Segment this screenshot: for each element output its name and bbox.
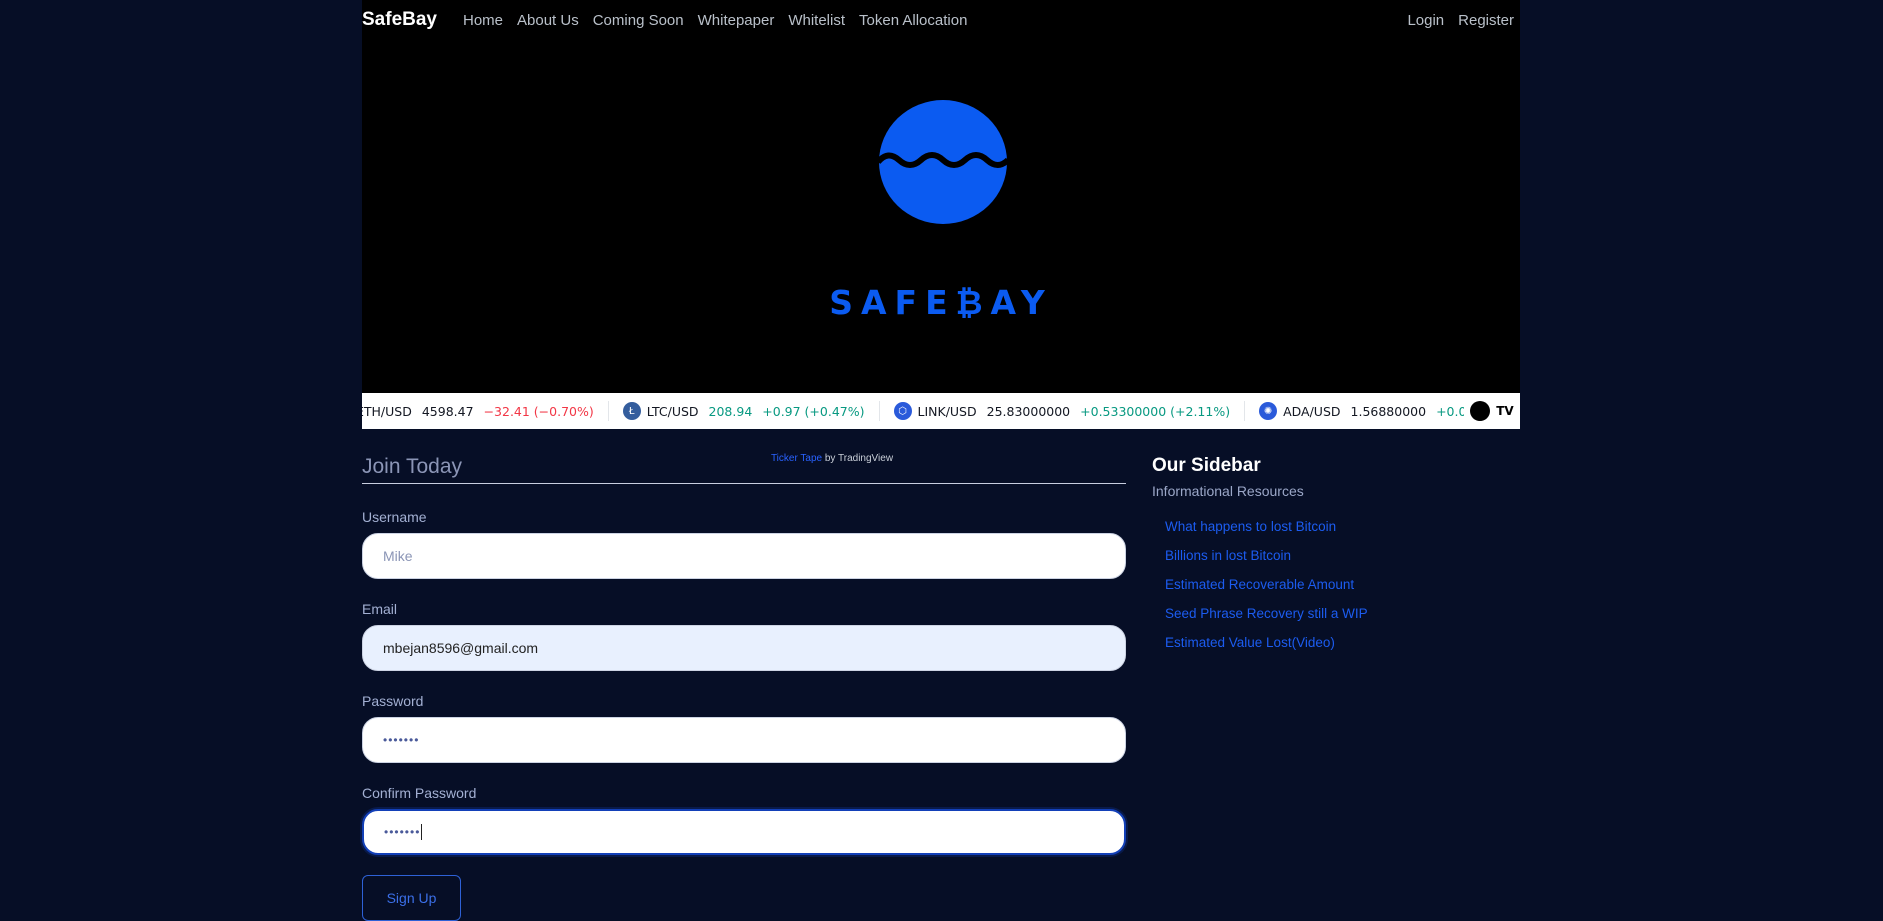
ticker-price: 25.83000000 xyxy=(986,403,1071,419)
sidebar-title: Our Sidebar xyxy=(1152,455,1261,476)
sidebar-link-seed-phrase[interactable]: Seed Phrase Recovery still a WIP xyxy=(1152,606,1482,621)
ticker-price: 4598.47 xyxy=(421,403,474,419)
ticker-item[interactable]: Ł LTC/USD 208.94 +0.97 (+0.47%) xyxy=(622,401,880,421)
ticker-item[interactable]: ETH/USD 4598.47 −32.41 (−0.70%) xyxy=(362,401,609,421)
confirm-password-value: ••••••• xyxy=(384,825,421,839)
ticker-tape[interactable]: ETH/USD 4598.47 −32.41 (−0.70%) Ł LTC/US… xyxy=(362,393,1520,429)
nav-link-token-allocation[interactable]: Token Allocation xyxy=(859,12,967,29)
sidebar: Our Sidebar Informational Resources What… xyxy=(1152,455,1482,664)
text-caret xyxy=(421,824,423,840)
password-value: ••••••• xyxy=(383,733,420,747)
username-placeholder: Mike xyxy=(383,548,413,564)
nav-link-coming-soon[interactable]: Coming Soon xyxy=(593,12,684,29)
form-title: Join Today xyxy=(362,455,1126,484)
sidebar-link-recoverable-amount[interactable]: Estimated Recoverable Amount xyxy=(1152,577,1482,592)
ticker-change: +0.97 (+0.47%) xyxy=(762,403,865,419)
username-label: Username xyxy=(362,509,427,525)
nav-link-home[interactable]: Home xyxy=(463,12,503,29)
ticker-end: TV xyxy=(1464,393,1520,429)
confirm-password-input[interactable]: ••••••• xyxy=(362,809,1126,855)
signup-form: Join Today Username Mike Email mbejan859… xyxy=(362,455,1126,921)
hero-logo-text: SAFE₿AY xyxy=(829,283,1053,322)
tradingview-logo-icon[interactable]: TV xyxy=(1494,401,1516,421)
sign-up-button[interactable]: Sign Up xyxy=(362,875,461,921)
email-input[interactable]: mbejan8596@gmail.com xyxy=(362,625,1126,671)
email-value: mbejan8596@gmail.com xyxy=(383,640,539,656)
ada-icon: ✺ xyxy=(1259,402,1278,420)
ticker-item[interactable]: ⬡ LINK/USD 25.83000000 +0.53300000 (+2.1… xyxy=(893,401,1246,421)
hero-banner: SAFE₿AY xyxy=(362,40,1520,393)
nav-link-about[interactable]: About Us xyxy=(517,12,579,29)
ticker-change: +0.53300000 (+2.11%) xyxy=(1080,403,1231,419)
sidebar-link-lost-bitcoin[interactable]: What happens to lost Bitcoin xyxy=(1152,519,1482,534)
ticker-price: 208.94 xyxy=(708,403,753,419)
ticker-price: 1.56880000 xyxy=(1350,403,1427,419)
confirm-password-label: Confirm Password xyxy=(362,785,477,801)
username-input[interactable]: Mike xyxy=(362,533,1126,579)
safebay-logo-icon xyxy=(878,100,1008,224)
nav-link-register[interactable]: Register xyxy=(1458,12,1514,29)
navbar: SafeBay Home About Us Coming Soon Whitep… xyxy=(362,0,1520,40)
password-label: Password xyxy=(362,693,424,709)
page-container: SafeBay Home About Us Coming Soon Whitep… xyxy=(362,0,1520,921)
sidebar-subtitle: Informational Resources xyxy=(1152,483,1304,499)
ltc-icon: Ł xyxy=(622,402,641,420)
nav-left: SafeBay Home About Us Coming Soon Whitep… xyxy=(362,9,981,31)
ticker-symbol: LINK/USD xyxy=(917,403,977,419)
sidebar-link-billions-lost[interactable]: Billions in lost Bitcoin xyxy=(1152,548,1482,563)
ticker-track: ETH/USD 4598.47 −32.41 (−0.70%) Ł LTC/US… xyxy=(362,401,1520,421)
nav-right: Login Register xyxy=(1393,12,1514,29)
link-icon: ⬡ xyxy=(893,402,912,420)
ticker-symbol: ADA/USD xyxy=(1283,403,1341,419)
email-label: Email xyxy=(362,601,398,617)
password-input[interactable]: ••••••• xyxy=(362,717,1126,763)
apple-icon[interactable] xyxy=(1470,401,1490,421)
ticker-change: −32.41 (−0.70%) xyxy=(483,403,594,419)
nav-link-whitepaper[interactable]: Whitepaper xyxy=(698,12,775,29)
sidebar-link-value-lost-video[interactable]: Estimated Value Lost(Video) xyxy=(1152,635,1482,650)
nav-link-whitelist[interactable]: Whitelist xyxy=(788,12,845,29)
nav-link-login[interactable]: Login xyxy=(1407,12,1444,29)
brand-logo[interactable]: SafeBay xyxy=(362,9,437,31)
ticker-symbol: LTC/USD xyxy=(646,403,699,419)
ticker-symbol: ETH/USD xyxy=(362,403,412,419)
